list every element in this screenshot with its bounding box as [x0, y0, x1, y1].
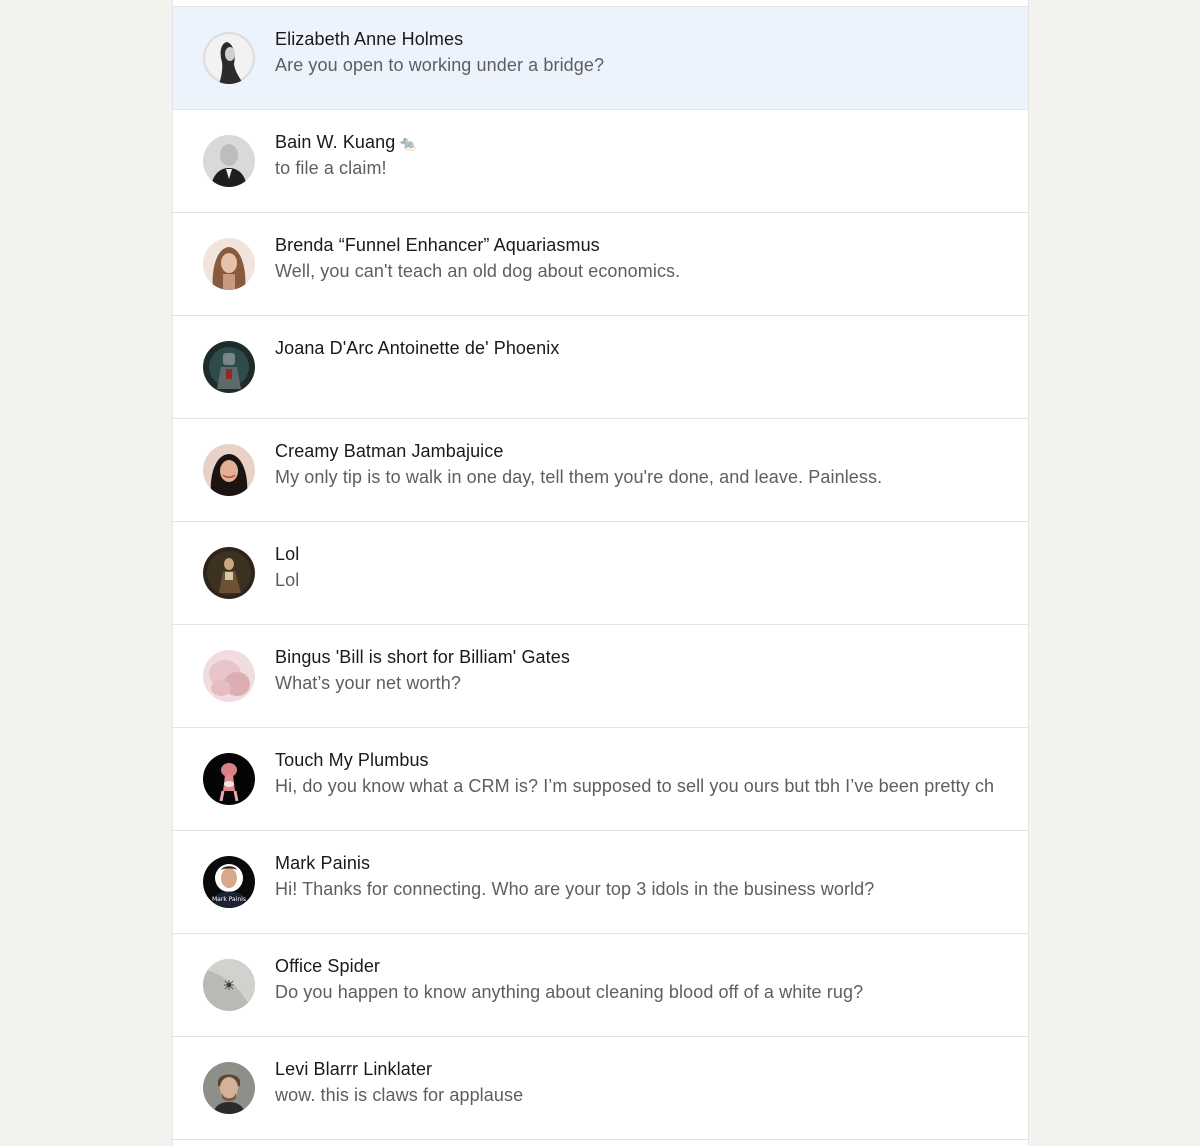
conversation-item[interactable]: Brenda “Funnel Enhancer” Aquariasmus Wel…	[173, 213, 1028, 316]
avatar[interactable]	[203, 444, 255, 496]
conversation-snippet: to file a claim!	[275, 158, 387, 178]
avatar[interactable]	[203, 341, 255, 393]
avatar[interactable]	[203, 959, 255, 1011]
avatar[interactable]	[203, 753, 255, 805]
conversation-item[interactable]: Creamy Batman Jambajuice My only tip is …	[173, 419, 1028, 522]
avatar[interactable]	[203, 650, 255, 702]
rat-emoji-icon: 🐀	[399, 135, 417, 151]
conversation-item[interactable]: Touch My Plumbus Hi, do you know what a …	[173, 728, 1028, 831]
conversation-item[interactable]: Office Spider Do you happen to know anyt…	[173, 934, 1028, 1037]
avatar[interactable]	[203, 32, 255, 84]
avatar[interactable]: Mark Painis	[203, 856, 255, 908]
conversation-name: Bingus 'Bill is short for Billiam' Gates	[275, 647, 570, 667]
conversation-snippet: My only tip is to walk in one day, tell …	[275, 467, 883, 487]
conversation-item[interactable]: Bingus 'Bill is short for Billiam' Gates…	[173, 625, 1028, 728]
conversation-name: Joana D'Arc Antoinette de' Phoenix	[275, 338, 560, 358]
conversation-item[interactable]: Bain W. Kuang 🐀 to file a claim!	[173, 110, 1028, 213]
conversation-item[interactable]: Elizabeth Anne Holmes Are you open to wo…	[173, 7, 1028, 110]
list-top-edge	[173, 0, 1028, 7]
conversation-item[interactable]: Mark Painis Mark Painis Hi! Thanks for c…	[173, 831, 1028, 934]
avatar[interactable]	[203, 135, 255, 187]
avatar[interactable]	[203, 547, 255, 599]
conversation-name-text: Bain W. Kuang	[275, 132, 396, 152]
conversation-name: Lol	[275, 544, 300, 564]
conversation-name: Mark Painis	[275, 853, 371, 873]
conversation-list: Elizabeth Anne Holmes Are you open to wo…	[172, 0, 1029, 1146]
conversation-name: Touch My Plumbus	[275, 750, 429, 770]
conversation-snippet: What’s your net worth?	[275, 673, 461, 693]
conversation-item[interactable]: Joana D'Arc Antoinette de' Phoenix	[173, 316, 1028, 419]
conversation-snippet: wow. this is claws for applause	[275, 1085, 524, 1105]
conversation-snippet: Lol	[275, 570, 300, 590]
avatar-caption: Mark Painis	[212, 896, 246, 903]
conversation-snippet: Hi, do you know what a CRM is? I’m suppo…	[275, 776, 995, 796]
conversation-name: Office Spider	[275, 956, 381, 976]
conversation-name: Creamy Batman Jambajuice	[275, 441, 504, 461]
avatar[interactable]	[203, 1062, 255, 1114]
conversation-name: Levi Blarrr Linklater	[275, 1059, 433, 1079]
conversation-snippet: Hi! Thanks for connecting. Who are your …	[275, 879, 875, 899]
conversation-snippet: Are you open to working under a bridge?	[275, 55, 605, 75]
conversation-item[interactable]: Lol Lol	[173, 522, 1028, 625]
avatar[interactable]	[203, 238, 255, 290]
conversation-snippet: Well, you can't teach an old dog about e…	[275, 261, 681, 281]
conversation-name: Elizabeth Anne Holmes	[275, 29, 464, 49]
conversation-item[interactable]: Levi Blarrr Linklater wow. this is claws…	[173, 1037, 1028, 1140]
conversation-name: Brenda “Funnel Enhancer” Aquariasmus	[275, 235, 600, 255]
conversation-snippet: Do you happen to know anything about cle…	[275, 982, 864, 1002]
conversation-name: Bain W. Kuang 🐀	[275, 132, 417, 153]
